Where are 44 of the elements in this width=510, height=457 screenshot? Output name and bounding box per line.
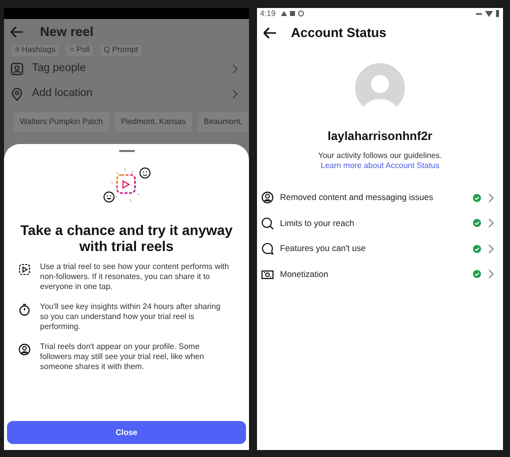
back-arrow-icon[interactable] <box>261 24 277 40</box>
location-chip[interactable]: Walters Pumpkin Patch <box>14 112 109 132</box>
status-icons-drawing <box>280 10 306 17</box>
option-chip[interactable]: = Poll <box>66 45 93 56</box>
chevron-right-icon <box>231 88 239 98</box>
chevron-right-icon <box>487 269 495 280</box>
location-chip[interactable]: Beaumont, <box>198 112 248 132</box>
screen-title: Account Status <box>291 24 386 42</box>
check-icon <box>473 270 481 278</box>
info-text: You'll see key insights within 24 hours after sharing so you can understand how your trial reel is performing. <box>40 302 222 332</box>
option-chip[interactable]: Q Prompt <box>100 45 141 56</box>
status-time: 4:19 <box>260 8 276 20</box>
screen-title: New reel <box>40 23 94 42</box>
location-chip[interactable]: Piedmont, Kansas <box>114 112 192 132</box>
profile-icon <box>18 343 31 356</box>
status-row[interactable]: Features you can't use <box>257 236 503 262</box>
status-row[interactable]: Monetization <box>257 262 503 287</box>
timer-icon <box>18 303 31 316</box>
chevron-right-icon <box>487 218 495 228</box>
drag-handle[interactable] <box>118 150 134 152</box>
option-row[interactable]: Tag people <box>4 56 249 81</box>
status-row[interactable]: Removed content and messaging issues <box>257 185 503 210</box>
info-text: Trial reels don't appear on your profile. Some followers may still see your trial reel, like when someone shares it with them. <box>40 342 206 372</box>
option-row[interactable]: Add location <box>4 81 249 106</box>
status-message: Your activity follows our guidelines. Learn more about Account Status <box>317 151 443 171</box>
reel-icon <box>18 263 31 276</box>
avatar-placeholder-icon <box>355 63 405 113</box>
system-status-icons <box>476 10 500 18</box>
chevron-right-icon <box>231 64 239 74</box>
location-pin-icon <box>10 86 24 100</box>
status-row[interactable]: Limits to your reach <box>257 210 503 236</box>
check-icon <box>473 194 481 202</box>
money-icon <box>261 268 274 281</box>
check-icon <box>473 219 481 228</box>
sheet-title: Take a chance and try it anyway with trial reels <box>19 222 234 254</box>
info-text: Use a trial reel to see how your content performs with non-followers. If it resonates, you can share it to everyone in one tap. <box>40 262 230 292</box>
close-button[interactable]: Close <box>7 421 246 444</box>
tag-people-icon <box>10 62 24 76</box>
username: laylaharrisonhnf2r <box>326 128 434 145</box>
option-chip[interactable]: # Hashtags <box>12 45 58 56</box>
chevron-right-icon <box>487 192 495 203</box>
learn-more-link[interactable]: Learn more about Account Status <box>320 161 440 171</box>
chevron-right-icon <box>487 244 495 254</box>
check-icon <box>473 244 481 253</box>
